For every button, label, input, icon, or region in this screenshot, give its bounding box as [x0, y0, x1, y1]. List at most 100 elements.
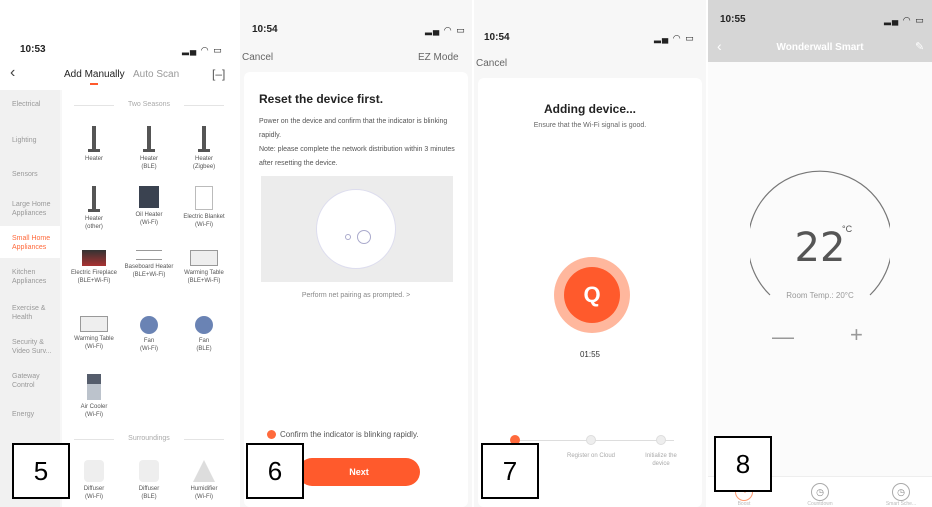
- heater-icon: [143, 126, 155, 152]
- status-icons: ▂▄ ◠ ▭: [425, 25, 466, 35]
- confirm-label: Confirm the indicator is blinking rapidl…: [280, 430, 419, 439]
- device-fan-wifi[interactable]: Fan (Wi-Fi): [120, 316, 178, 353]
- device-protocol: (Wi-Fi): [85, 412, 103, 418]
- device-humidifier[interactable]: Humidifier (Wi-Fi): [175, 460, 233, 501]
- panel-add-manually: 10:53 ▂▄ ◠ ▭ ‹ Add Manually Auto Scan [‒…: [0, 0, 236, 507]
- tab-auto-scan[interactable]: Auto Scan: [133, 69, 179, 80]
- cancel-button[interactable]: Cancel: [476, 58, 507, 69]
- edit-icon[interactable]: ✎: [915, 40, 924, 53]
- back-icon[interactable]: ‹: [10, 64, 15, 82]
- page-title: Adding device...: [543, 102, 636, 116]
- sidebar-item-energy[interactable]: Energy: [12, 410, 60, 419]
- sidebar-item-large-home[interactable]: Large Home Appliances: [12, 200, 60, 218]
- warming-table-icon: [190, 250, 218, 266]
- device-protocol: (BLE+Wi-Fi): [132, 272, 166, 278]
- device-warming-table[interactable]: Warming Table (BLE+Wi-Fi): [175, 250, 233, 285]
- instruction-text: Power on the device and confirm that the…: [259, 115, 455, 171]
- step-number-6: 6: [246, 443, 304, 499]
- device-protocol: (Wi-Fi): [140, 220, 158, 226]
- device-name: Heater: [84, 156, 103, 162]
- step-number-8: 8: [714, 436, 772, 492]
- device-protocol: (Wi-Fi): [85, 494, 103, 500]
- device-illustration: [261, 176, 453, 282]
- device-name: Diffuser: [83, 486, 105, 492]
- sidebar-item-lighting[interactable]: Lighting: [12, 136, 60, 145]
- temperature-value: 22: [794, 225, 846, 271]
- device-image: [316, 189, 396, 269]
- device-electric-blanket[interactable]: Electric Blanket (Wi-Fi): [175, 186, 233, 229]
- device-protocol: (BLE): [141, 164, 157, 170]
- device-diffuser-ble[interactable]: Diffuser (BLE): [120, 460, 178, 501]
- schedule-icon[interactable]: ◷: [892, 483, 910, 501]
- device-name: Warming Table: [184, 270, 224, 276]
- countdown-timer: 01:55: [579, 350, 601, 359]
- device-protocol: (BLE+Wi-Fi): [187, 278, 221, 284]
- tab-add-manually[interactable]: Add Manually: [64, 69, 125, 80]
- sidebar-item-kitchen[interactable]: Kitchen Appliances: [12, 268, 60, 286]
- step-label-register: Register on Cloud: [566, 453, 616, 459]
- status-time: 10:55: [720, 14, 746, 25]
- ez-mode-button[interactable]: EZ Mode: [418, 52, 459, 63]
- sidebar-item-security[interactable]: Security & Video Surv...: [12, 338, 60, 356]
- heater-icon: [198, 126, 210, 152]
- tab-indicator: [90, 83, 98, 85]
- baseboard-icon: [136, 250, 162, 260]
- status-icons: ▂▄ ◠ ▭: [654, 33, 695, 43]
- device-air-cooler[interactable]: Air Cooler (Wi-Fi): [65, 374, 123, 419]
- next-button[interactable]: Next: [298, 458, 420, 486]
- device-electric-fireplace[interactable]: Electric Fireplace (BLE+Wi-Fi): [65, 250, 123, 285]
- nav-label-boost: Boost: [737, 501, 751, 507]
- fireplace-icon: [82, 250, 106, 266]
- device-baseboard-heater[interactable]: Baseboard Heater (BLE+Wi-Fi): [120, 250, 178, 279]
- nav-label-schedule: Smart Sche...: [885, 501, 917, 507]
- device-heater-zigbee[interactable]: Heater (Zigbee): [175, 126, 233, 171]
- device-protocol: (BLE+Wi-Fi): [77, 278, 111, 284]
- heater-icon: [88, 126, 100, 152]
- subtitle: Ensure that the Wi-Fi signal is good.: [533, 122, 647, 129]
- device-protocol: (BLE): [141, 494, 157, 500]
- sidebar-item-gateway[interactable]: Gateway Control: [12, 372, 60, 390]
- nav-label-countdown: Countdown: [807, 501, 833, 507]
- device-name: Oil Heater: [135, 212, 163, 218]
- device-name: Air Cooler: [80, 404, 108, 410]
- device-name: Humidifier: [190, 486, 218, 492]
- sidebar-item-small-home[interactable]: Small Home Appliances: [12, 234, 60, 252]
- divider: [184, 105, 224, 106]
- step-label-initialize: Initialize the device: [645, 453, 677, 467]
- room-temperature: Room Temp.: 20°C: [786, 291, 854, 300]
- scan-icon[interactable]: [‒]: [212, 67, 225, 81]
- step-number-5: 5: [12, 443, 70, 499]
- device-heater[interactable]: Heater: [65, 126, 123, 163]
- confirm-checkbox[interactable]: [267, 430, 276, 439]
- increase-button[interactable]: +: [850, 322, 863, 348]
- panel-adding-device: 10:54 ▂▄ ◠ ▭ Cancel Adding device... Ens…: [474, 0, 706, 507]
- device-name: Heater: [84, 216, 103, 222]
- indicator-light-icon: [345, 234, 351, 240]
- device-fan-ble[interactable]: Fan (BLE): [175, 316, 233, 353]
- device-oil-heater[interactable]: Oil Heater (Wi-Fi): [120, 186, 178, 227]
- device-name: Fan: [198, 338, 210, 344]
- device-protocol: (other): [85, 224, 103, 230]
- oil-heater-icon: [139, 186, 159, 208]
- status-time: 10:53: [20, 44, 46, 55]
- panel-thermostat: 10:55 ▂▄ ◠ ▭ ‹ Wonderwall Smart ✎ 22 °C …: [708, 0, 932, 507]
- device-name: Heater: [139, 156, 158, 162]
- sidebar-item-electrical[interactable]: Electrical: [12, 100, 60, 109]
- pairing-prompt-link[interactable]: Perform net pairing as prompted. >: [240, 292, 472, 299]
- device-warming-table-wifi[interactable]: Warming Table (Wi-Fi): [65, 316, 123, 351]
- device-diffuser-wifi[interactable]: Diffuser (Wi-Fi): [65, 460, 123, 501]
- sidebar-item-exercise[interactable]: Exercise & Health: [12, 304, 60, 322]
- cancel-button[interactable]: Cancel: [242, 52, 273, 63]
- instruction-line: Power on the device and confirm that the…: [259, 118, 448, 139]
- device-heater-other[interactable]: Heater (other): [65, 186, 123, 231]
- decrease-button[interactable]: —: [772, 324, 794, 350]
- countdown-icon[interactable]: ◷: [811, 483, 829, 501]
- page-title: Reset the device first.: [259, 92, 384, 106]
- sidebar-item-sensors[interactable]: Sensors: [12, 170, 60, 179]
- device-protocol: (Wi-Fi): [195, 494, 213, 500]
- device-heater-ble[interactable]: Heater (BLE): [120, 126, 178, 171]
- blanket-icon: [195, 186, 213, 210]
- step-number-7: 7: [481, 443, 539, 499]
- device-title: Wonderwall Smart: [776, 42, 864, 53]
- device-protocol: (Wi-Fi): [195, 222, 213, 228]
